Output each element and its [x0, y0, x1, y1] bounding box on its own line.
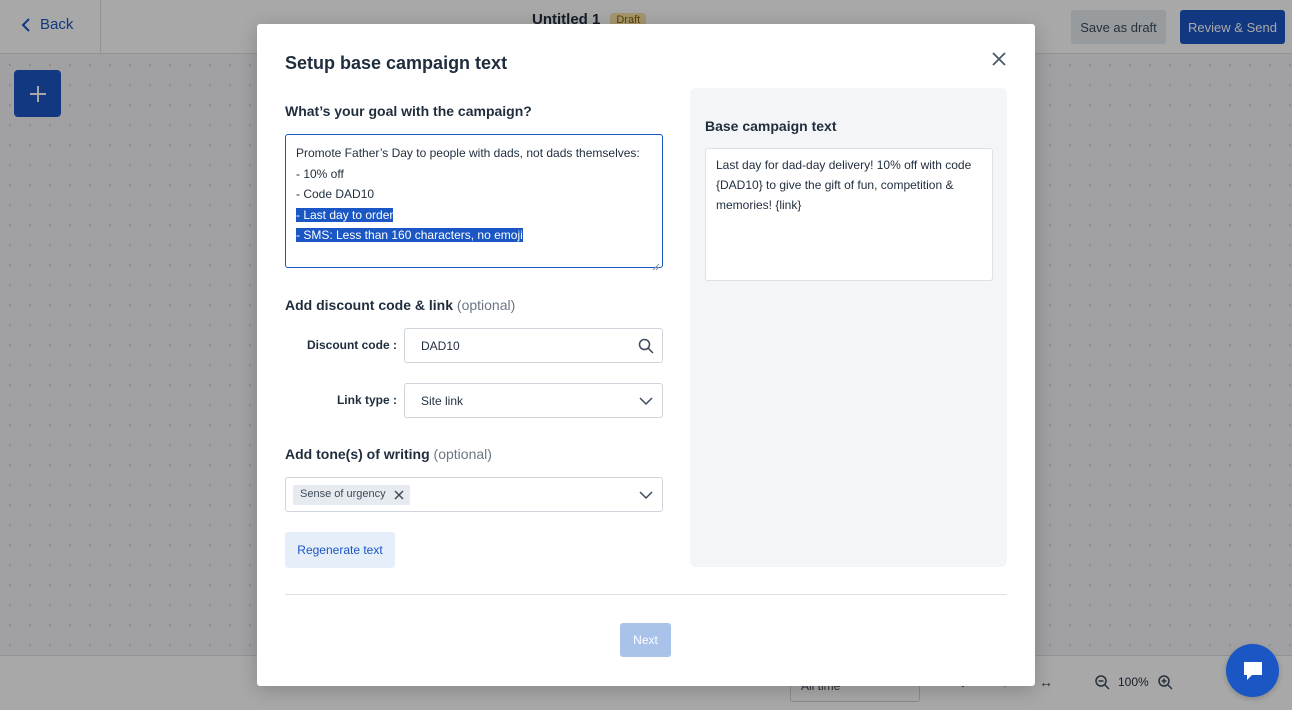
discount-heading-text: Add discount code & link [285, 297, 454, 313]
regenerate-text-button[interactable]: Regenerate text [285, 532, 395, 568]
next-button[interactable]: Next [620, 623, 671, 657]
setup-campaign-modal: Setup base campaign text What’s your goa… [257, 24, 1035, 686]
tone-chip-label: Sense of urgency [300, 488, 386, 500]
link-type-label: Link type : [336, 393, 397, 407]
base-text-panel: Base campaign text Last day for dad-day … [690, 88, 1007, 567]
search-icon[interactable] [638, 338, 654, 354]
chevron-down-icon [639, 397, 653, 406]
discount-code-label: Discount code : [306, 338, 397, 352]
tone-section-heading: Add tone(s) of writing (optional) [285, 446, 492, 462]
goal-line-selected: - SMS: Less than 160 characters, no emoj… [296, 228, 523, 242]
tone-heading-text: Add tone(s) of writing [285, 446, 430, 462]
goal-line: - 10% off [296, 166, 344, 181]
modal-divider [285, 594, 1007, 595]
goal-line-selected: - Last day to order [296, 207, 394, 222]
optional-tag: (optional) [433, 446, 492, 462]
link-type-value: Site link [421, 394, 464, 408]
resize-grip-icon[interactable] [652, 257, 660, 271]
base-text-title: Base campaign text [705, 118, 837, 134]
tone-multiselect[interactable]: Sense of urgency [285, 477, 663, 512]
tone-chip: Sense of urgency [293, 485, 410, 505]
optional-tag: (optional) [456, 297, 516, 313]
goal-line: - Code DAD10 [296, 187, 375, 201]
goal-label: What’s your goal with the campaign? [285, 103, 532, 119]
discount-code-value: DAD10 [421, 339, 460, 353]
remove-chip-icon[interactable] [393, 489, 405, 501]
modal-title: Setup base campaign text [285, 53, 508, 73]
link-type-select[interactable]: Site link [404, 383, 663, 418]
discount-code-input[interactable]: DAD10 [404, 328, 663, 363]
goal-textarea[interactable]: Promote Father’s Day to people with dads… [285, 134, 663, 271]
chevron-down-icon[interactable] [638, 487, 654, 503]
chat-button[interactable] [1226, 644, 1279, 697]
discount-section-heading: Add discount code & link (optional) [285, 297, 515, 313]
goal-line: Promote Father’s Day to people with dads… [296, 146, 640, 160]
chat-bubble-icon [1243, 661, 1262, 680]
close-icon[interactable] [991, 51, 1007, 67]
base-text-editor[interactable]: Last day for dad-day delivery! 10% off w… [705, 148, 993, 281]
